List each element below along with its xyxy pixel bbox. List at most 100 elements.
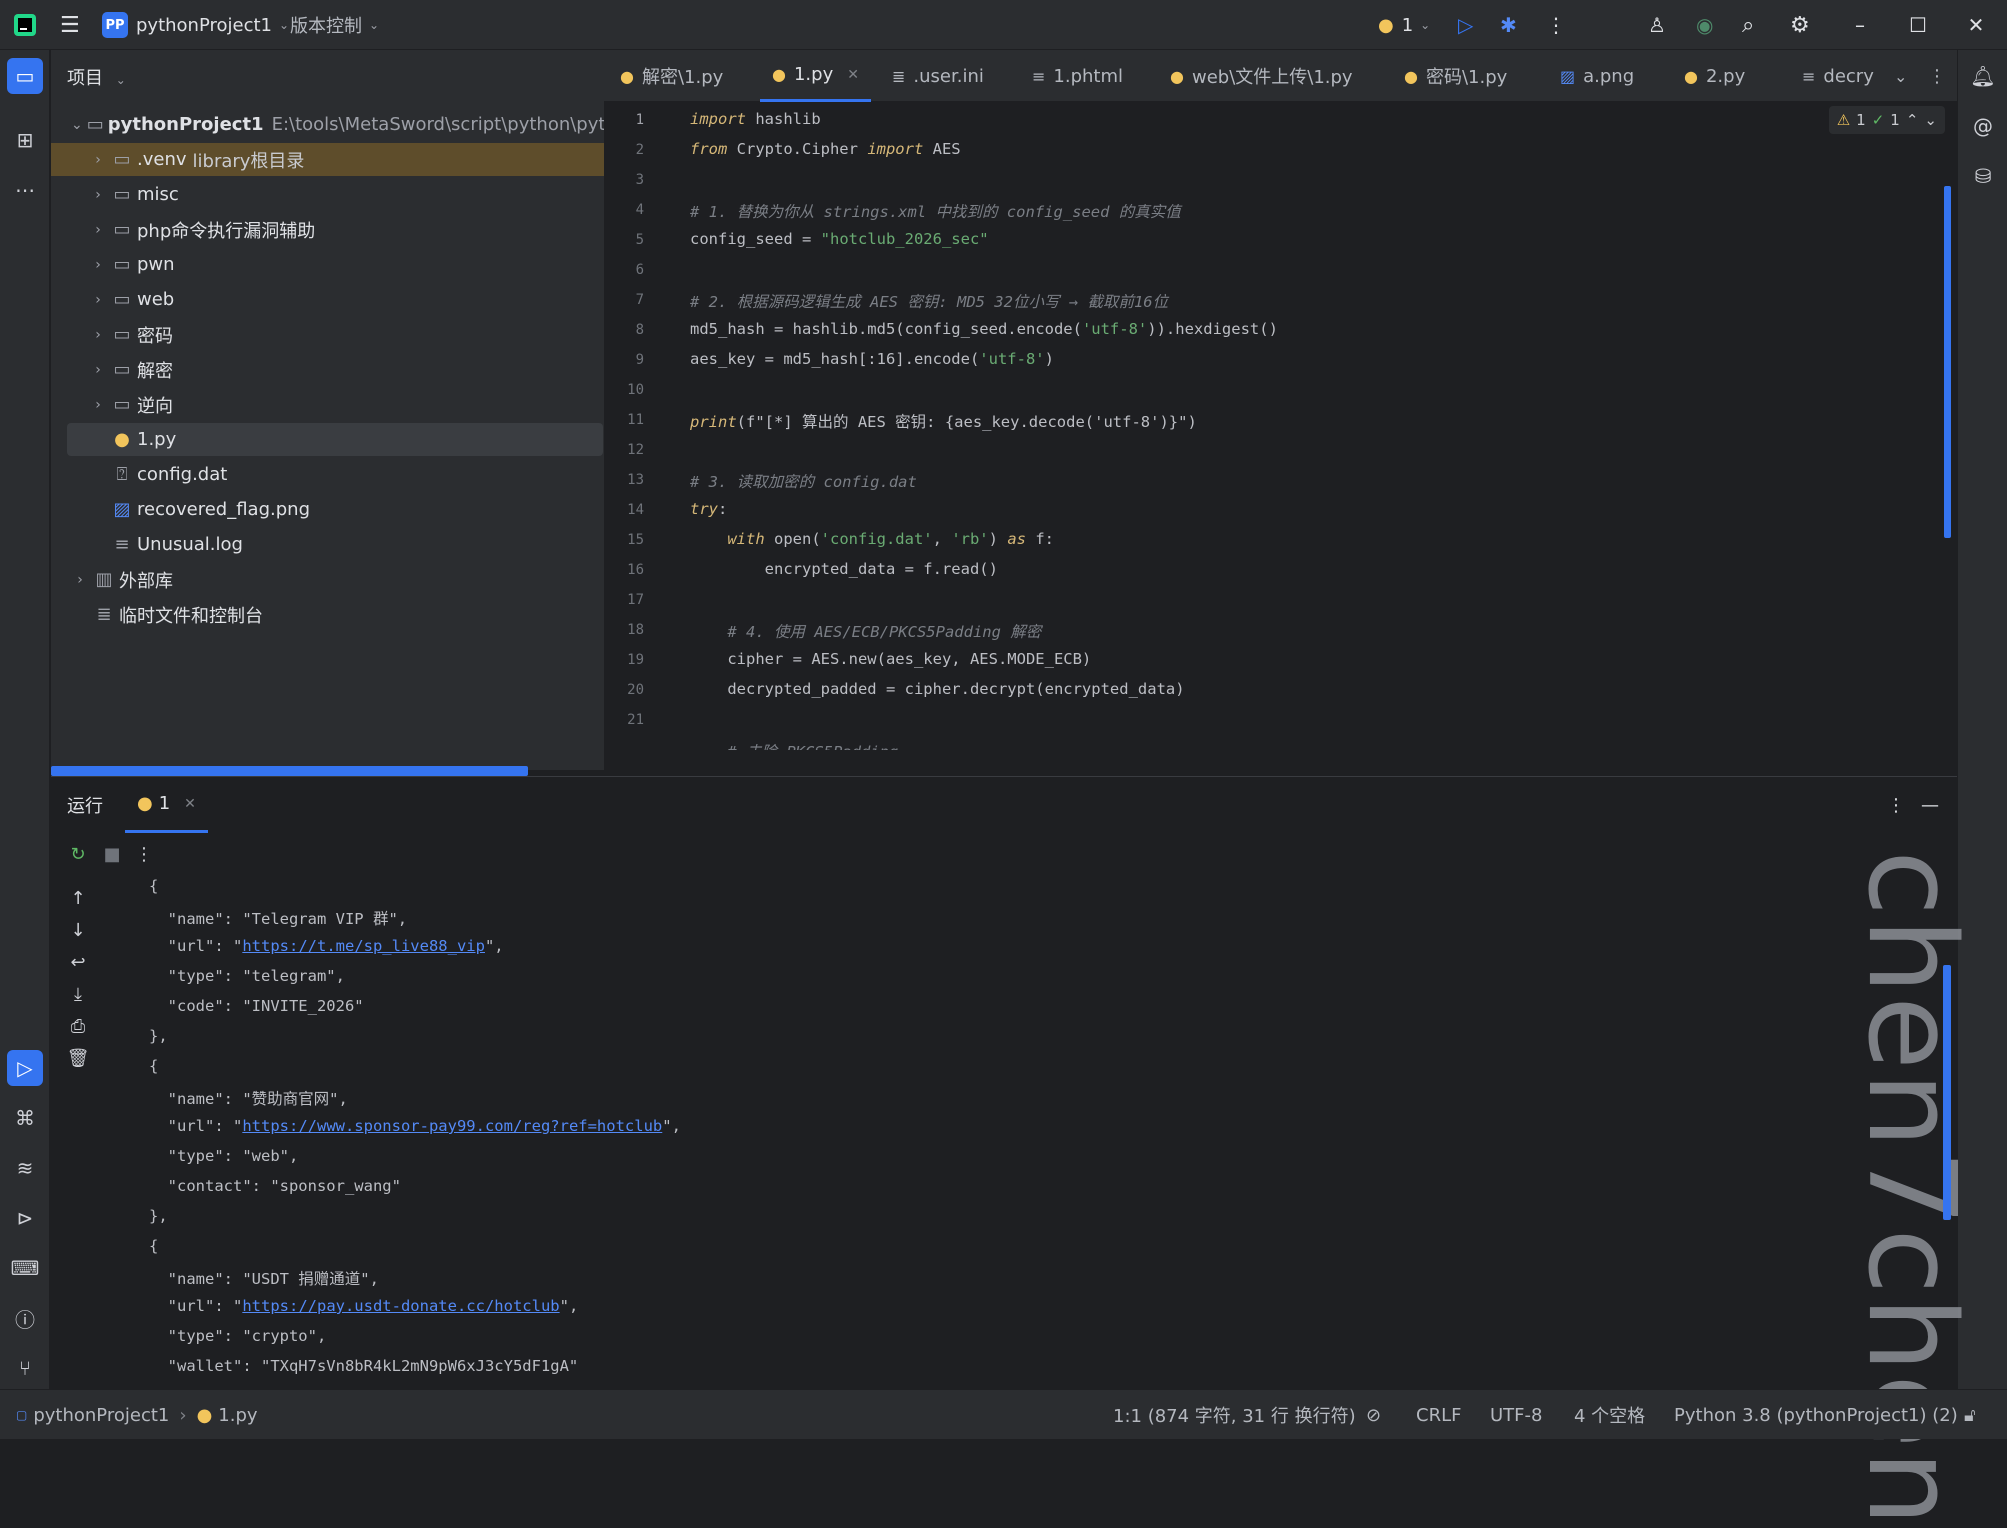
indent-setting[interactable]: 4 个空格 (1574, 1390, 1645, 1440)
layers-icon[interactable]: ≋ (7, 1150, 43, 1186)
run-tool-icon[interactable]: ▷ (7, 1050, 43, 1086)
tree-file-1py[interactable]: ● 1.py (67, 423, 603, 456)
line-separator[interactable]: CRLF (1416, 1390, 1461, 1440)
debug-icon[interactable]: ✱ (1500, 0, 1517, 50)
trash-icon[interactable]: 🗑︎ (65, 1045, 91, 1071)
project-folder-icon[interactable]: ▭ (7, 58, 43, 94)
close-tab-icon[interactable]: ✕ (847, 67, 859, 83)
scroll-up-icon[interactable]: ↑ (65, 885, 91, 911)
tree-root[interactable]: ⌄ ▭ pythonProject1 E:\tools\MetaSword\sc… (51, 108, 639, 141)
terminal-icon[interactable]: ⌨ (7, 1250, 43, 1286)
chevron-up-icon[interactable]: ⌃ (1906, 111, 1919, 129)
more-tools-icon[interactable]: ⋯ (7, 172, 43, 208)
lock-icon[interactable]: 🔓︎ (1964, 1390, 1976, 1440)
horizontal-scrollbar[interactable] (51, 766, 528, 776)
console-link[interactable]: https://t.me/sp_live88_vip (242, 937, 485, 955)
tree-item-pwn[interactable]: › ▭ pwn (51, 248, 604, 281)
tab-2py[interactable]: ● 2.py (1684, 50, 1745, 102)
stop-icon[interactable]: ■ (99, 841, 125, 867)
run-tabs: 运行 ● 1 ✕ ⋮ — (51, 777, 1957, 833)
chevron-down-icon[interactable]: ⌄ (1924, 111, 1937, 129)
tree-item-crypto[interactable]: › ▭ 密码 (51, 318, 604, 351)
ai-assistant-icon[interactable]: @ (1965, 108, 2001, 144)
services-icon[interactable]: ⊳ (7, 1200, 43, 1236)
file-encoding[interactable]: UTF-8 (1490, 1390, 1542, 1440)
python-interpreter[interactable]: Python 3.8 (pythonProject1) (2) (1674, 1390, 1958, 1440)
tree-file-log[interactable]: ≡ Unusual.log (51, 528, 604, 561)
menu-icon[interactable]: ☰ (60, 0, 80, 50)
line-number: 21 (627, 712, 644, 728)
tree-external-libs[interactable]: › ▥ 外部库 (51, 563, 604, 596)
console-link[interactable]: https://www.sponsor-pay99.com/reg?ref=ho… (242, 1117, 662, 1135)
tree-item-decrypt[interactable]: › ▭ 解密 (51, 353, 604, 386)
tab-crypto-1py[interactable]: ● 密码\1.py (1404, 50, 1507, 102)
maximize-icon[interactable]: ☐ (1890, 0, 1946, 50)
notifications-icon[interactable]: 🔔︎ (1965, 58, 2001, 94)
project-panel-header[interactable]: 项目 ⌄ (67, 64, 126, 90)
code-area[interactable]: import hashlib from Crypto.Cipher import… (690, 102, 1957, 750)
breadcrumb[interactable]: ▢ pythonProject1 › ● 1.py (16, 1390, 258, 1440)
tree-item-php[interactable]: › ▭ php命令执行漏洞辅助 (51, 213, 604, 246)
tabs-more-icon[interactable]: ⋮ (1928, 50, 1946, 102)
folder-icon: ▭ (113, 184, 131, 205)
tree-item-reverse[interactable]: › ▭ 逆向 (51, 388, 604, 421)
close-icon[interactable]: ✕ (1948, 0, 2004, 50)
chevron-right-icon: › (95, 256, 101, 273)
scroll-to-end-icon[interactable]: ⤓ (65, 981, 91, 1007)
caret-position[interactable]: 1:1 (874 字符, 31 行 换行符) (1113, 1390, 1356, 1440)
tree-file-png[interactable]: ▨ recovered_flag.png (51, 493, 604, 526)
tree-file-config[interactable]: ⍰ config.dat (51, 458, 604, 491)
database-icon[interactable]: ⛁ (1965, 158, 2001, 194)
vcs-menu[interactable]: 版本控制 ⌄ (290, 0, 379, 50)
minimize-icon[interactable]: – (1832, 0, 1888, 50)
console-text: "url": " (149, 937, 243, 955)
inspection-widget[interactable]: ⚠ 1 ✓ 1 ⌃ ⌄ (1828, 106, 1945, 134)
tree-item-web[interactable]: › ▭ web (51, 283, 604, 316)
more-icon[interactable]: ⋮ (131, 841, 157, 867)
tree-item-sub: library根目录 (192, 150, 305, 172)
check-icon: ✓ (1871, 111, 1885, 129)
tab-label: 1.phtml (1053, 65, 1124, 87)
root-path: E:\tools\MetaSword\script\python\python (271, 114, 640, 135)
tree-scratches[interactable]: ≣ 临时文件和控制台 (51, 598, 604, 631)
code-line-9: aes_key = md5_hash[:16].encode('utf-8') (690, 350, 1054, 368)
console-scrollbar[interactable] (1943, 965, 1951, 1220)
console-link[interactable]: https://pay.usdt-donate.cc/hotclub (242, 1297, 559, 1315)
tab-decrypt-1py[interactable]: ● 解密\1.py (620, 50, 723, 102)
search-icon[interactable]: ⌕ (1742, 0, 1754, 50)
tab-web-upload-1py[interactable]: ● web\文件上传\1.py (1170, 50, 1353, 102)
python-console-icon[interactable]: ⌘ (7, 1100, 43, 1136)
chevron-right-icon: › (77, 571, 83, 588)
tab-1phtml[interactable]: ≡ 1.phtml (1032, 50, 1123, 102)
editor-scrollbar[interactable] (1944, 186, 1951, 538)
more-icon[interactable]: ⋮ (1887, 777, 1905, 833)
no-inspections-icon[interactable]: ⊘ (1366, 1390, 1381, 1440)
copilot-icon[interactable]: ◉ (1696, 0, 1713, 50)
tabs-dropdown-icon[interactable]: ⌄ (1894, 50, 1907, 102)
tab-1py[interactable]: ● 1.py ✕ (760, 50, 871, 102)
run-icon[interactable]: ▷ (1458, 0, 1473, 50)
tree-item-misc[interactable]: › ▭ misc (51, 178, 604, 211)
tab-label: 1.py (793, 64, 834, 85)
tree-item-venv[interactable]: › ▭ .venv library根目录 (51, 143, 604, 176)
soft-wrap-icon[interactable]: ↩ (65, 949, 91, 975)
git-icon[interactable]: ⑂ (7, 1350, 43, 1386)
structure-icon[interactable]: ⊞ (7, 122, 43, 158)
scroll-down-icon[interactable]: ↓ (65, 917, 91, 943)
print-icon[interactable]: ⎙ (65, 1013, 91, 1039)
settings-icon[interactable]: ⚙ (1790, 0, 1810, 50)
tab-user-ini[interactable]: ≣ .user.ini (892, 50, 984, 102)
problems-icon[interactable]: ⓘ (7, 1300, 43, 1336)
tab-decry[interactable]: ≡ decry (1802, 50, 1874, 102)
warning-icon: ⚠ (1836, 111, 1851, 129)
run-tab-1[interactable]: ● 1 ✕ (125, 777, 208, 833)
tab-a-png[interactable]: ▨ a.png (1560, 50, 1634, 102)
code-line-13: # 3. 读取加密的 config.dat (690, 473, 917, 491)
project-switcher[interactable]: PP pythonProject1 ⌄ (102, 0, 289, 50)
rerun-icon[interactable]: ↻ (65, 841, 91, 867)
run-config-selector[interactable]: ● 1 ⌄ (1378, 0, 1430, 50)
more-icon[interactable]: ⋮ (1546, 0, 1566, 50)
close-tab-icon[interactable]: ✕ (184, 796, 196, 812)
add-user-icon[interactable]: ♙ (1648, 0, 1666, 50)
minimize-panel-icon[interactable]: — (1921, 777, 1939, 833)
